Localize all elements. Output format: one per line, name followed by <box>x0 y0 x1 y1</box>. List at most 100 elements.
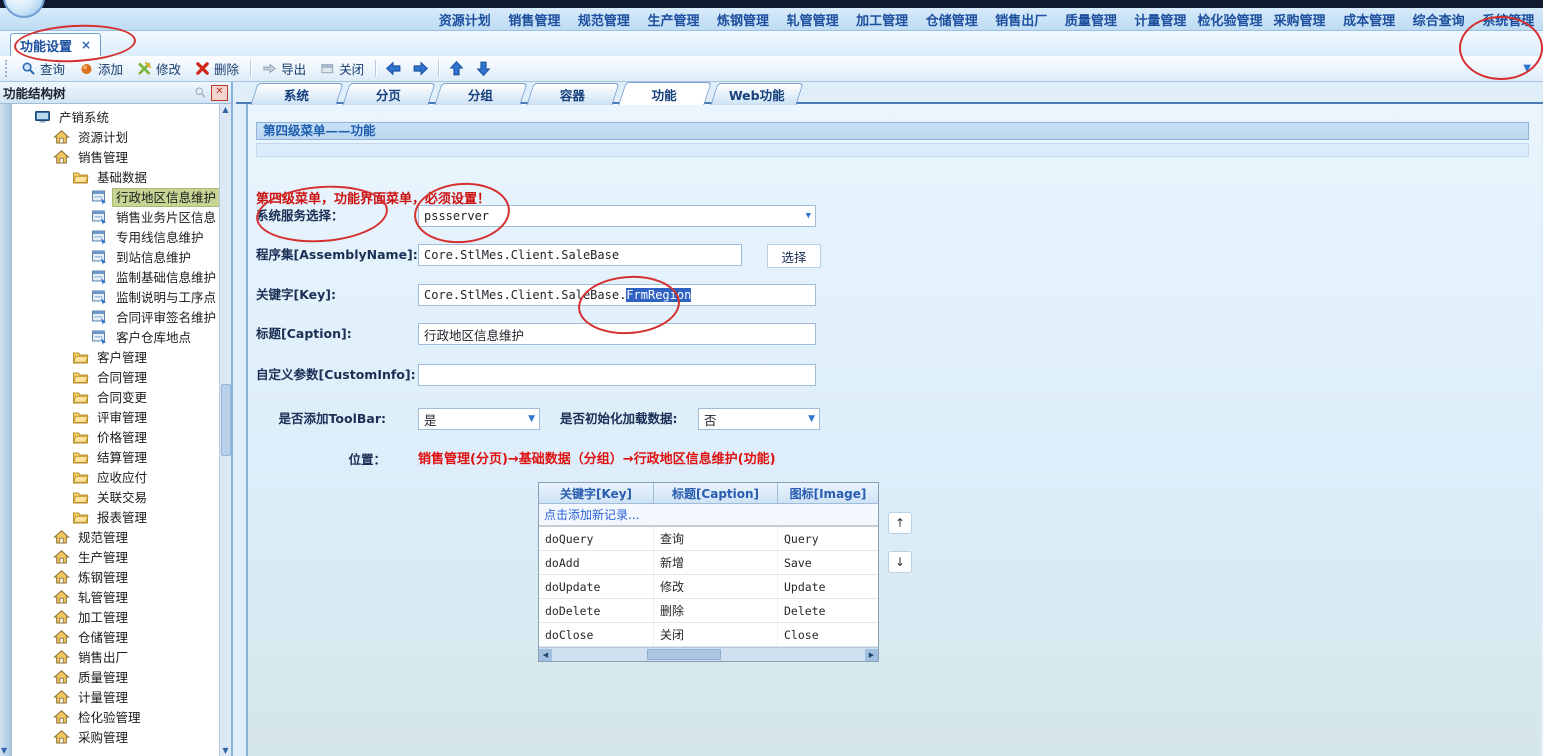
service-combobox[interactable]: pssserver ▼ <box>418 205 816 227</box>
row-move-down-button[interactable]: ↓ <box>888 551 912 573</box>
table-row[interactable]: doUpdate 修改 Update <box>539 575 878 599</box>
toolbar-arrow-left-button[interactable] <box>380 58 407 79</box>
toolbar-button-close-window[interactable]: 关闭 <box>313 57 371 80</box>
toolbar-button-delete[interactable]: 删除 <box>188 57 246 80</box>
tab-Web功能[interactable]: Web功能 <box>710 83 803 105</box>
tree-item-加工管理[interactable]: 加工管理 <box>12 607 219 627</box>
tree-left-scrollbar[interactable]: ▼ <box>0 104 12 756</box>
tree-item-基础数据[interactable]: 基础数据 <box>12 167 219 187</box>
tree-item-资源计划[interactable]: 资源计划 <box>12 127 219 147</box>
table-column-header[interactable]: 图标[Image] <box>778 483 878 504</box>
toolbar-arrow-right-button[interactable] <box>407 58 434 79</box>
tree-item-行政地区信息维护[interactable]: 行政地区信息维护 <box>12 187 219 207</box>
menu-item-炼钢管理[interactable]: 炼钢管理 <box>708 10 778 29</box>
scrollbar-thumb[interactable] <box>221 384 231 456</box>
menu-item-销售出厂[interactable]: 销售出厂 <box>987 10 1057 29</box>
tab-分页[interactable]: 分页 <box>342 83 435 105</box>
table-row[interactable]: doAdd 新增 Save <box>539 551 878 575</box>
tree-item-合同变更[interactable]: 合同变更 <box>12 387 219 407</box>
tree-item-合同评审签名维护[interactable]: 合同评审签名维护 <box>12 307 219 327</box>
hscrollbar-thumb[interactable] <box>647 649 721 660</box>
scroll-down-icon[interactable]: ▼ <box>1 746 7 755</box>
tree-close-icon[interactable]: ✕ <box>211 85 228 101</box>
table-row[interactable]: doDelete 删除 Delete <box>539 599 878 623</box>
row-move-up-button[interactable]: ↑ <box>888 512 912 534</box>
tree-item-报表管理[interactable]: 报表管理 <box>12 507 219 527</box>
tree-item-客户仓库地点[interactable]: 客户仓库地点 <box>12 327 219 347</box>
tree-item-客户管理[interactable]: 客户管理 <box>12 347 219 367</box>
menu-item-轧管管理[interactable]: 轧管管理 <box>778 10 848 29</box>
table-row[interactable]: doQuery 查询 Query <box>539 527 878 551</box>
menu-item-生产管理[interactable]: 生产管理 <box>639 10 709 29</box>
tree-item-销售管理[interactable]: 销售管理 <box>12 147 219 167</box>
assembly-select-button[interactable]: 选择 <box>767 244 821 268</box>
menu-item-加工管理[interactable]: 加工管理 <box>847 10 917 29</box>
scroll-left-icon[interactable]: ◀ <box>539 649 552 661</box>
table-column-header[interactable]: 标题[Caption] <box>654 483 778 504</box>
menu-item-综合查询[interactable]: 综合查询 <box>1404 10 1474 29</box>
table-row[interactable]: doClose 关闭 Close <box>539 623 878 647</box>
toolbar-arrow-up-button[interactable] <box>443 58 470 79</box>
init-load-combobox[interactable]: 否 ▼ <box>698 408 820 430</box>
tree-item-产销系统[interactable]: 产销系统 <box>12 107 219 127</box>
caption-input[interactable]: 行政地区信息维护 <box>418 323 816 345</box>
tree-item-销售业务片区信息[interactable]: 销售业务片区信息 <box>12 207 219 227</box>
menu-item-资源计划[interactable]: 资源计划 <box>430 10 500 29</box>
tree-item-质量管理[interactable]: 质量管理 <box>12 667 219 687</box>
tree-item-计量管理[interactable]: 计量管理 <box>12 687 219 707</box>
tree-item-生产管理[interactable]: 生产管理 <box>12 547 219 567</box>
tree-item-到站信息维护[interactable]: 到站信息维护 <box>12 247 219 267</box>
doc-tab-function-settings[interactable]: 功能设置 × <box>10 33 101 56</box>
menu-item-仓储管理[interactable]: 仓储管理 <box>917 10 987 29</box>
tree-item-监制基础信息维护[interactable]: 监制基础信息维护 <box>12 267 219 287</box>
toolbar-arrow-down-button[interactable] <box>470 58 497 79</box>
add-toolbar-combobox[interactable]: 是 ▼ <box>418 408 540 430</box>
assembly-input[interactable]: Core.StlMes.Client.SaleBase <box>418 244 742 266</box>
menu-item-销售管理[interactable]: 销售管理 <box>500 10 570 29</box>
menu-item-质量管理[interactable]: 质量管理 <box>1056 10 1126 29</box>
scroll-down-icon[interactable]: ▼ <box>220 746 231 755</box>
scroll-up-icon[interactable]: ▲ <box>220 105 231 114</box>
tree-item-炼钢管理[interactable]: 炼钢管理 <box>12 567 219 587</box>
tree-item-采购管理[interactable]: 采购管理 <box>12 727 219 747</box>
custom-input[interactable] <box>418 364 816 386</box>
tab-分组[interactable]: 分组 <box>434 83 527 105</box>
menu-item-计量管理[interactable]: 计量管理 <box>1126 10 1196 29</box>
pin-icon[interactable] <box>194 86 208 100</box>
tree-item-轧管管理[interactable]: 轧管管理 <box>12 587 219 607</box>
tree-scrollbar[interactable]: ▲ ▼ <box>219 104 231 756</box>
table-column-header[interactable]: 关键字[Key] <box>539 483 654 504</box>
tree-item-规范管理[interactable]: 规范管理 <box>12 527 219 547</box>
toolbar-grip[interactable] <box>5 60 10 77</box>
tree-item-应收应付[interactable]: 应收应付 <box>12 467 219 487</box>
tree-item-关联交易[interactable]: 关联交易 <box>12 487 219 507</box>
toolbar-overflow-arrow-icon[interactable]: ▼ <box>1523 63 1531 74</box>
chevron-down-icon[interactable]: ▼ <box>808 414 815 424</box>
tree-item-仓储管理[interactable]: 仓储管理 <box>12 627 219 647</box>
menu-item-采购管理[interactable]: 采购管理 <box>1265 10 1335 29</box>
toolbar-button-search[interactable]: 查询 <box>14 57 72 80</box>
toolbar-button-edit[interactable]: 修改 <box>130 57 188 80</box>
tree-item-销售出厂[interactable]: 销售出厂 <box>12 647 219 667</box>
tree-item-专用线信息维护[interactable]: 专用线信息维护 <box>12 227 219 247</box>
tab-容器[interactable]: 容器 <box>526 83 619 105</box>
tab-close-icon[interactable]: × <box>81 38 91 52</box>
tree-item-检化验管理[interactable]: 检化验管理 <box>12 707 219 727</box>
key-input[interactable]: Core.StlMes.Client.SaleBase.FrmRegion <box>418 284 816 306</box>
menu-item-检化验管理[interactable]: 检化验管理 <box>1195 10 1265 29</box>
toolbar-button-add[interactable]: 添加 <box>72 57 130 80</box>
tab-功能[interactable]: 功能 <box>618 82 711 105</box>
tree-item-价格管理[interactable]: 价格管理 <box>12 427 219 447</box>
table-add-row[interactable]: 点击添加新记录... <box>539 504 878 527</box>
chevron-down-icon[interactable]: ▼ <box>806 211 811 221</box>
tree-item-评审管理[interactable]: 评审管理 <box>12 407 219 427</box>
scroll-right-icon[interactable]: ▶ <box>865 649 878 661</box>
menu-item-成本管理[interactable]: 成本管理 <box>1334 10 1404 29</box>
toolbar-button-export[interactable]: 导出 <box>255 57 313 80</box>
tree-item-监制说明与工序点[interactable]: 监制说明与工序点 <box>12 287 219 307</box>
tab-系统[interactable]: 系统 <box>250 83 343 105</box>
menu-item-规范管理[interactable]: 规范管理 <box>569 10 639 29</box>
menu-item-系统管理[interactable]: 系统管理 <box>1473 10 1543 29</box>
tree-item-合同管理[interactable]: 合同管理 <box>12 367 219 387</box>
table-hscrollbar[interactable]: ◀ ▶ <box>539 647 878 661</box>
